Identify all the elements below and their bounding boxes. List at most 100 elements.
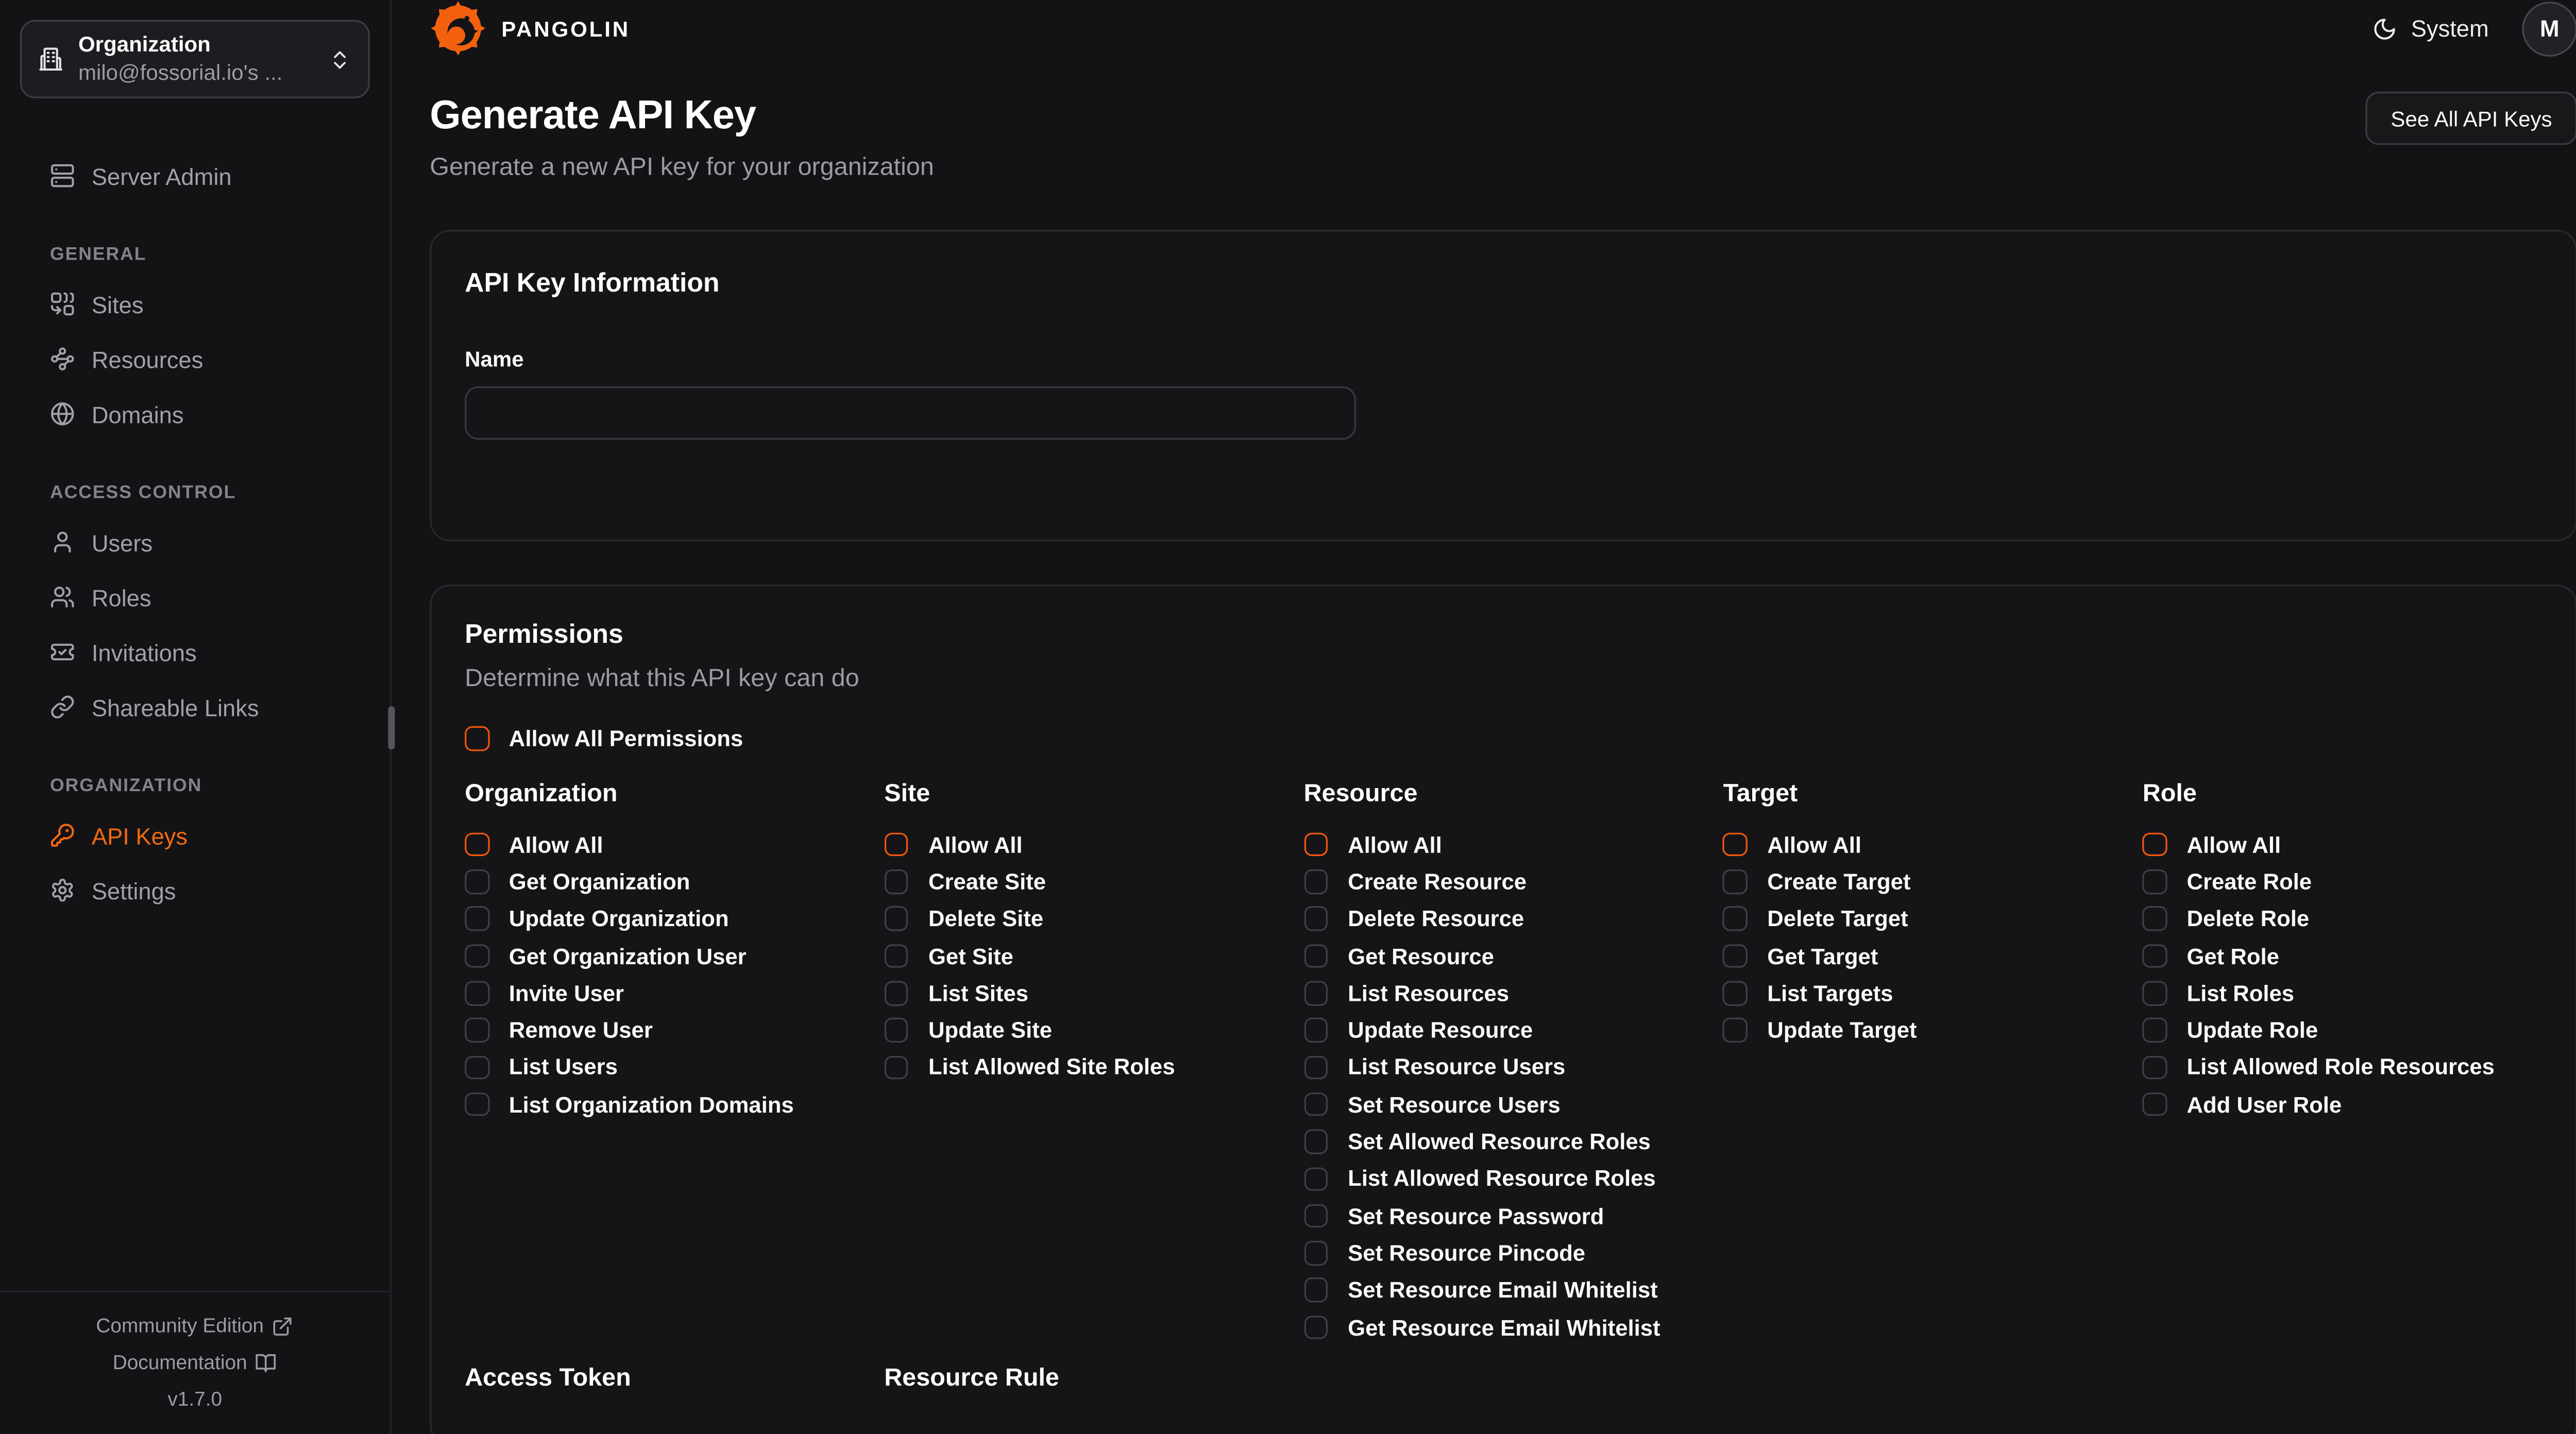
permission-label[interactable]: Create Target bbox=[1767, 869, 1910, 895]
permission-label[interactable]: Get Site bbox=[928, 944, 1013, 969]
permission-label[interactable]: Delete Target bbox=[1767, 907, 1908, 932]
checkbox-role-create-role[interactable] bbox=[2143, 869, 2167, 894]
permission-label[interactable]: Remove User bbox=[509, 1018, 653, 1043]
checkbox-target-allow-all[interactable] bbox=[1723, 832, 1748, 857]
permission-label[interactable]: Invite User bbox=[509, 981, 624, 1006]
checkbox-resource-update-resource[interactable] bbox=[1303, 1018, 1328, 1043]
brand-home-link[interactable]: PANGOLIN bbox=[430, 0, 630, 57]
checkbox-role-update-role[interactable] bbox=[2143, 1018, 2167, 1043]
permission-label[interactable]: Set Resource Password bbox=[1348, 1203, 1604, 1228]
sidebar-item-server-admin[interactable]: Server Admin bbox=[20, 148, 370, 203]
permission-label[interactable]: Set Allowed Resource Roles bbox=[1348, 1129, 1651, 1154]
permission-label[interactable]: Get Target bbox=[1767, 944, 1878, 969]
checkbox-target-update-target[interactable] bbox=[1723, 1018, 1748, 1043]
checkbox-resource-set-allowed-resource-roles[interactable] bbox=[1303, 1130, 1328, 1154]
community-edition-link[interactable]: Community Edition bbox=[0, 1307, 390, 1344]
sidebar-item-invitations[interactable]: Invitations bbox=[20, 625, 370, 680]
permission-label[interactable]: Set Resource Pincode bbox=[1348, 1241, 1585, 1266]
checkbox-target-list-targets[interactable] bbox=[1723, 981, 1748, 1005]
checkbox-resource-set-resource-users[interactable] bbox=[1303, 1092, 1328, 1117]
checkbox-site-list-allowed-site-roles[interactable] bbox=[884, 1055, 908, 1080]
checkbox-resource-list-allowed-resource-roles[interactable] bbox=[1303, 1167, 1328, 1191]
checkbox-resource-allow-all[interactable] bbox=[1303, 832, 1328, 857]
permission-label[interactable]: Get Role bbox=[2187, 944, 2279, 969]
permission-label[interactable]: Allow All bbox=[509, 832, 603, 858]
permission-label[interactable]: Get Organization bbox=[509, 869, 690, 895]
permission-label[interactable]: List Allowed Role Resources bbox=[2187, 1055, 2495, 1080]
checkbox-target-create-target[interactable] bbox=[1723, 869, 1748, 894]
checkbox-target-get-target[interactable] bbox=[1723, 944, 1748, 968]
user-avatar[interactable]: M bbox=[2522, 1, 2576, 56]
permission-label[interactable]: Set Resource Email Whitelist bbox=[1348, 1278, 1658, 1303]
permission-label[interactable]: Allow All bbox=[1348, 832, 1442, 858]
permission-label[interactable]: Get Resource bbox=[1348, 944, 1494, 969]
permission-label[interactable]: Update Resource bbox=[1348, 1018, 1533, 1043]
permission-label[interactable]: List Allowed Resource Roles bbox=[1348, 1166, 1656, 1191]
checkbox-target-delete-target[interactable] bbox=[1723, 907, 1748, 931]
permission-label[interactable]: Get Resource Email Whitelist bbox=[1348, 1315, 1660, 1340]
checkbox-resource-list-resource-users[interactable] bbox=[1303, 1055, 1328, 1080]
checkbox-site-create-site[interactable] bbox=[884, 869, 908, 894]
checkbox-site-list-sites[interactable] bbox=[884, 981, 908, 1005]
allow-all-permissions-checkbox[interactable] bbox=[465, 727, 489, 751]
permission-label[interactable]: Update Role bbox=[2187, 1018, 2318, 1043]
theme-toggle[interactable]: System bbox=[2372, 15, 2488, 42]
checkbox-organization-list-users[interactable] bbox=[465, 1055, 489, 1080]
permission-label[interactable]: Set Resource Users bbox=[1348, 1092, 1561, 1117]
documentation-link[interactable]: Documentation bbox=[0, 1344, 390, 1380]
sidebar-item-roles[interactable]: Roles bbox=[20, 570, 370, 625]
sidebar-scrollbar-thumb[interactable] bbox=[387, 706, 394, 749]
permission-label[interactable]: List Users bbox=[509, 1055, 618, 1080]
permission-label[interactable]: List Resources bbox=[1348, 981, 1509, 1006]
checkbox-resource-list-resources[interactable] bbox=[1303, 981, 1328, 1005]
sidebar-item-settings[interactable]: Settings bbox=[20, 863, 370, 918]
checkbox-resource-delete-resource[interactable] bbox=[1303, 907, 1328, 931]
checkbox-organization-remove-user[interactable] bbox=[465, 1018, 489, 1043]
permission-label[interactable]: Delete Resource bbox=[1348, 907, 1524, 932]
allow-all-permissions-label[interactable]: Allow All Permissions bbox=[509, 726, 743, 752]
see-all-api-keys-button[interactable]: See All API Keys bbox=[2366, 92, 2576, 145]
sidebar-item-shareable-links[interactable]: Shareable Links bbox=[20, 679, 370, 735]
sidebar-item-sites[interactable]: Sites bbox=[20, 277, 370, 332]
permission-label[interactable]: List Resource Users bbox=[1348, 1055, 1565, 1080]
sidebar-item-domains[interactable]: Domains bbox=[20, 386, 370, 441]
checkbox-role-get-role[interactable] bbox=[2143, 944, 2167, 968]
permission-label[interactable]: Delete Site bbox=[928, 907, 1043, 932]
permission-label[interactable]: Update Organization bbox=[509, 907, 729, 932]
permission-label[interactable]: Create Site bbox=[928, 869, 1046, 895]
permission-label[interactable]: Delete Role bbox=[2187, 907, 2309, 932]
permission-label[interactable]: List Roles bbox=[2187, 981, 2294, 1006]
checkbox-organization-get-organization[interactable] bbox=[465, 869, 489, 894]
sidebar-item-api-keys[interactable]: API Keys bbox=[20, 808, 370, 863]
checkbox-resource-get-resource[interactable] bbox=[1303, 944, 1328, 968]
checkbox-resource-set-resource-pincode[interactable] bbox=[1303, 1241, 1328, 1265]
permission-label[interactable]: Allow All bbox=[2187, 832, 2281, 858]
checkbox-site-get-site[interactable] bbox=[884, 944, 908, 968]
permission-label[interactable]: List Targets bbox=[1767, 981, 1893, 1006]
permission-label[interactable]: Allow All bbox=[1767, 832, 1861, 858]
sidebar-item-resources[interactable]: Resources bbox=[20, 331, 370, 386]
permission-label[interactable]: Update Target bbox=[1767, 1018, 1917, 1043]
permission-label[interactable]: Create Resource bbox=[1348, 869, 1527, 895]
sidebar-item-users[interactable]: Users bbox=[20, 515, 370, 570]
checkbox-role-add-user-role[interactable] bbox=[2143, 1092, 2167, 1117]
checkbox-organization-get-organization-user[interactable] bbox=[465, 944, 489, 968]
checkbox-role-delete-role[interactable] bbox=[2143, 907, 2167, 931]
checkbox-site-allow-all[interactable] bbox=[884, 832, 908, 857]
checkbox-role-allow-all[interactable] bbox=[2143, 832, 2167, 857]
org-picker[interactable]: Organization milo@fossorial.io's ... bbox=[20, 20, 370, 98]
permission-label[interactable]: Add User Role bbox=[2187, 1092, 2342, 1117]
checkbox-resource-get-resource-email-whitelist[interactable] bbox=[1303, 1316, 1328, 1340]
checkbox-resource-set-resource-password[interactable] bbox=[1303, 1204, 1328, 1228]
permission-label[interactable]: Update Site bbox=[928, 1018, 1052, 1043]
permission-label[interactable]: List Organization Domains bbox=[509, 1092, 794, 1117]
checkbox-role-list-allowed-role-resources[interactable] bbox=[2143, 1055, 2167, 1080]
checkbox-site-delete-site[interactable] bbox=[884, 907, 908, 931]
checkbox-role-list-roles[interactable] bbox=[2143, 981, 2167, 1005]
checkbox-organization-allow-all[interactable] bbox=[465, 832, 489, 857]
checkbox-organization-invite-user[interactable] bbox=[465, 981, 489, 1005]
permission-label[interactable]: Allow All bbox=[928, 832, 1023, 858]
checkbox-organization-list-organization-domains[interactable] bbox=[465, 1092, 489, 1117]
permission-label[interactable]: Get Organization User bbox=[509, 944, 747, 969]
checkbox-resource-set-resource-email-whitelist[interactable] bbox=[1303, 1278, 1328, 1302]
